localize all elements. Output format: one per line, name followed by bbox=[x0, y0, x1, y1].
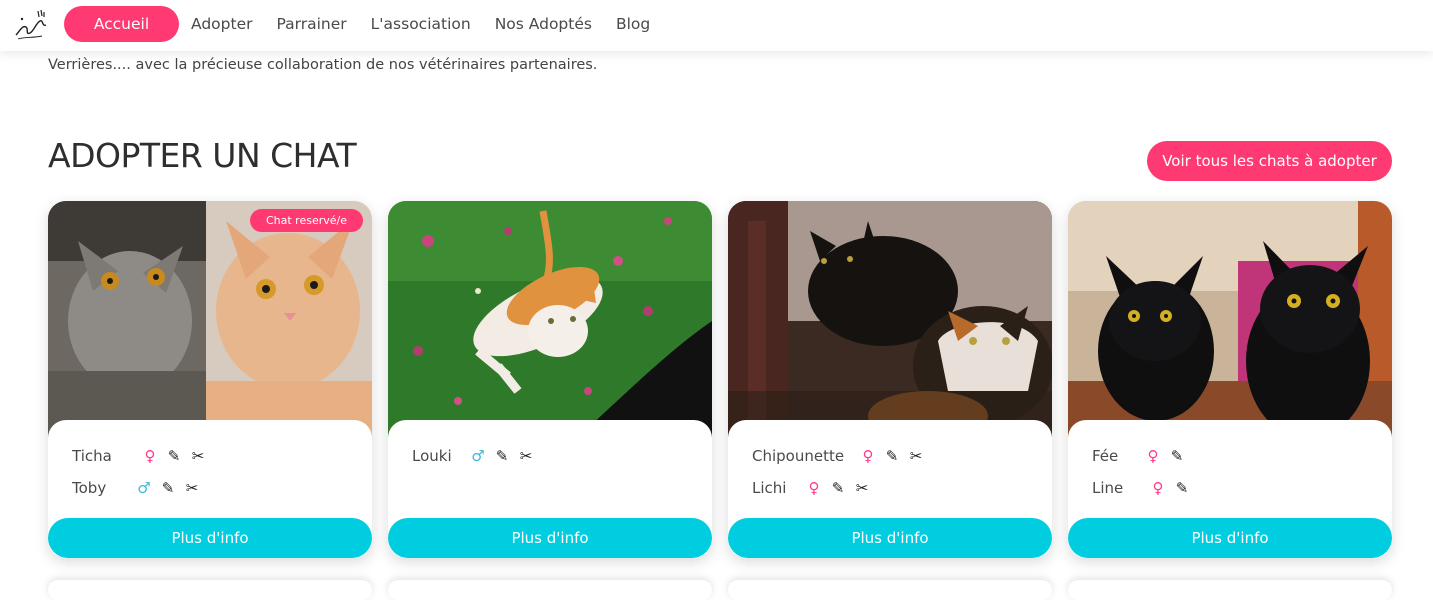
scissors-icon: ✂ bbox=[855, 479, 869, 497]
female-icon: ♀ bbox=[144, 447, 156, 465]
cat-name: Fée bbox=[1092, 447, 1119, 465]
reserved-badge: Chat reservé/e bbox=[249, 209, 363, 232]
vaccine-icon: ✎ bbox=[167, 447, 181, 465]
cat-card: Louki ♂ ✎ ✂ Plus d'info bbox=[388, 201, 712, 558]
cat-row: Chipounette ♀ ✎ ✂ bbox=[752, 446, 932, 466]
vaccine-icon: ✎ bbox=[1170, 447, 1184, 465]
nav-accueil[interactable]: Accueil bbox=[64, 6, 179, 42]
cat-name: Lichi bbox=[752, 479, 787, 497]
vaccine-icon: ✎ bbox=[1175, 479, 1189, 497]
scissors-icon: ✂ bbox=[519, 447, 533, 465]
nav-adopter[interactable]: Adopter bbox=[179, 6, 264, 42]
cat-name: Chipounette bbox=[752, 447, 845, 465]
female-icon: ♀ bbox=[1152, 479, 1164, 497]
female-icon: ♀ bbox=[808, 479, 820, 497]
see-all-cats-button[interactable]: Voir tous les chats à adopter bbox=[1147, 141, 1392, 181]
cat-row: Fée ♀ ✎ bbox=[1092, 446, 1193, 466]
nav-blog[interactable]: Blog bbox=[604, 6, 662, 42]
cat-card-partial bbox=[48, 580, 372, 600]
cat-name: Line bbox=[1092, 479, 1124, 497]
more-info-button[interactable]: Plus d'info bbox=[388, 518, 712, 558]
navbar: Accueil Adopter Parrainer L'association … bbox=[0, 0, 1433, 51]
cat-name: Ticha bbox=[72, 447, 112, 465]
vaccine-icon: ✎ bbox=[495, 447, 509, 465]
more-info-button[interactable]: Plus d'info bbox=[48, 518, 372, 558]
cat-card: Chipounette ♀ ✎ ✂ Lichi ♀ ✎ ✂ Plus d'inf… bbox=[728, 201, 1052, 558]
cat-name: Toby bbox=[72, 479, 107, 497]
cat-photo[interactable] bbox=[1068, 201, 1392, 437]
cat-row: Louki ♂ ✎ ✂ bbox=[412, 446, 542, 466]
cat-card-partial bbox=[728, 580, 1052, 600]
cat-photo[interactable] bbox=[728, 201, 1052, 437]
more-info-button[interactable]: Plus d'info bbox=[728, 518, 1052, 558]
cat-name: Louki bbox=[412, 447, 452, 465]
male-icon: ♂ bbox=[471, 447, 485, 465]
scissors-icon: ✂ bbox=[191, 447, 205, 465]
scissors-icon: ✂ bbox=[185, 479, 199, 497]
nav-parrainer[interactable]: Parrainer bbox=[264, 6, 358, 42]
main-nav: Accueil Adopter Parrainer L'association … bbox=[64, 6, 662, 42]
female-icon: ♀ bbox=[862, 447, 874, 465]
nav-nos-adoptes[interactable]: Nos Adoptés bbox=[483, 6, 604, 42]
vaccine-icon: ✎ bbox=[831, 479, 845, 497]
cat-row: Line ♀ ✎ bbox=[1092, 478, 1198, 498]
cat-row: Ticha ♀ ✎ ✂ bbox=[72, 446, 214, 466]
section-title: ADOPTER UN CHAT bbox=[48, 136, 357, 175]
cat-row: Lichi ♀ ✎ ✂ bbox=[752, 478, 878, 498]
cat-photo[interactable] bbox=[388, 201, 712, 437]
cat-card: Fée ♀ ✎ Line ♀ ✎ Plus d'info bbox=[1068, 201, 1392, 558]
scissors-icon: ✂ bbox=[909, 447, 923, 465]
cat-row: Toby ♂ ✎ ✂ bbox=[72, 478, 208, 498]
logo-icon bbox=[15, 9, 47, 40]
cat-photo[interactable]: Chat reservé/e bbox=[48, 201, 372, 437]
cat-card-partial bbox=[1068, 580, 1392, 600]
male-icon: ♂ bbox=[137, 479, 151, 497]
cat-card: Chat reservé/e Ticha ♀ ✎ ✂ Toby ♂ ✎ ✂ Pl… bbox=[48, 201, 372, 558]
more-info-button[interactable]: Plus d'info bbox=[1068, 518, 1392, 558]
vaccine-icon: ✎ bbox=[161, 479, 175, 497]
vaccine-icon: ✎ bbox=[885, 447, 899, 465]
intro-text: Verrières.... avec la précieuse collabor… bbox=[48, 57, 598, 73]
logo[interactable] bbox=[12, 5, 50, 43]
cat-card-partial bbox=[388, 580, 712, 600]
nav-association[interactable]: L'association bbox=[359, 6, 483, 42]
female-icon: ♀ bbox=[1147, 447, 1159, 465]
